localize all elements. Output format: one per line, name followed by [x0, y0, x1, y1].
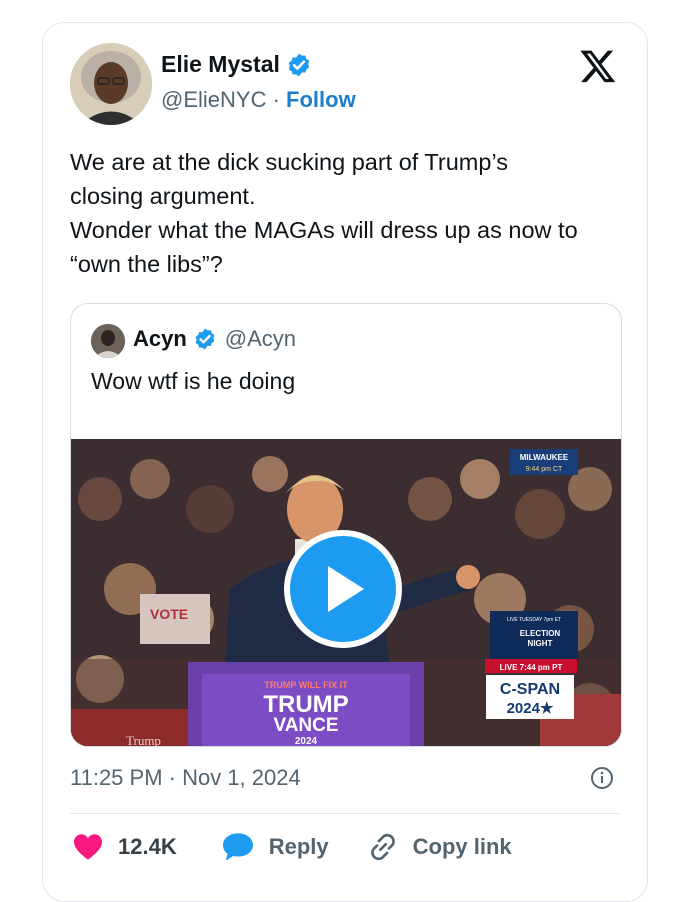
location-label: MILWAUKEE	[520, 453, 569, 462]
live-label: LIVE 7:44 pm PT	[500, 663, 563, 672]
heart-icon	[74, 834, 102, 860]
verified-badge-icon	[288, 53, 310, 76]
reply-bubble-icon	[222, 833, 253, 861]
link-icon	[370, 833, 395, 861]
election-time-label: LIVE TUESDAY 7pm ET	[507, 617, 561, 623]
tweet-timestamp[interactable]: 11:25 PM · Nov 1, 2024	[70, 765, 301, 791]
like-button[interactable]: 12.4K	[72, 833, 177, 861]
cspan-logo: C-SPAN	[500, 681, 560, 698]
podium-year: 2024	[295, 736, 318, 747]
election-label: ELECTION	[520, 629, 561, 638]
verified-badge-icon	[195, 328, 215, 350]
author-name-row: Elie Mystal	[161, 51, 312, 78]
follow-button[interactable]: Follow	[286, 87, 356, 112]
like-count: 12.4K	[118, 834, 177, 859]
copy-link-button[interactable]: Copy link	[367, 831, 512, 863]
tweet-card: Elie Mystal @ElieNYC · Follow We are at …	[42, 22, 648, 902]
quote-author-avatar[interactable]	[91, 324, 125, 358]
play-button[interactable]	[284, 530, 402, 648]
author-handle-row: @ElieNYC · Follow	[161, 87, 356, 113]
tweet-text-line: We are at the dick sucking part of Trump…	[70, 149, 508, 175]
tweet-text: We are at the dick sucking part of Trump…	[70, 145, 630, 281]
divider	[70, 813, 620, 814]
info-icon[interactable]	[590, 766, 614, 790]
author-avatar[interactable]	[70, 43, 152, 125]
video-thumbnail[interactable]: VOTE TRUMP WILL FIX IT TRUMP VANCE 2024 …	[71, 439, 621, 747]
quote-author-name[interactable]: Acyn	[133, 326, 187, 352]
copy-link-label: Copy link	[412, 834, 512, 859]
action-bar: 12.4K Reply Copy link	[70, 831, 512, 863]
crowd-sign-text: VOTE	[150, 606, 188, 622]
podium-slogan: TRUMP WILL FIX IT	[264, 680, 348, 690]
quote-author-handle[interactable]: @Acyn	[225, 326, 296, 352]
reply-button[interactable]: Reply	[221, 832, 329, 862]
location-time: 9:44 pm CT	[526, 466, 563, 473]
tweet-text-line: Wonder what the MAGAs will dress up as n…	[70, 217, 578, 243]
quote-text: Wow wtf is he doing	[91, 368, 296, 394]
cspan-year: 2024★	[507, 700, 554, 717]
reply-label: Reply	[268, 834, 329, 859]
author-handle[interactable]: @ElieNYC	[161, 87, 266, 112]
tweet-text-line: closing argument.	[70, 183, 256, 209]
podium-trump: TRUMP	[263, 691, 348, 718]
play-icon	[328, 566, 364, 612]
x-logo-icon[interactable]	[579, 47, 617, 85]
shirt-text: Trump	[126, 733, 161, 747]
author-name[interactable]: Elie Mystal	[161, 51, 280, 78]
tweet-text-line: “own the libs”?	[70, 251, 223, 277]
quote-author-row: Acyn @Acyn	[133, 326, 296, 352]
separator-dot: ·	[272, 87, 280, 112]
election-night-label: NIGHT	[528, 639, 553, 648]
quoted-tweet[interactable]: Acyn @Acyn Wow wtf is he doing VOTE TRUM…	[70, 303, 622, 747]
podium-vance: VANCE	[273, 715, 338, 736]
